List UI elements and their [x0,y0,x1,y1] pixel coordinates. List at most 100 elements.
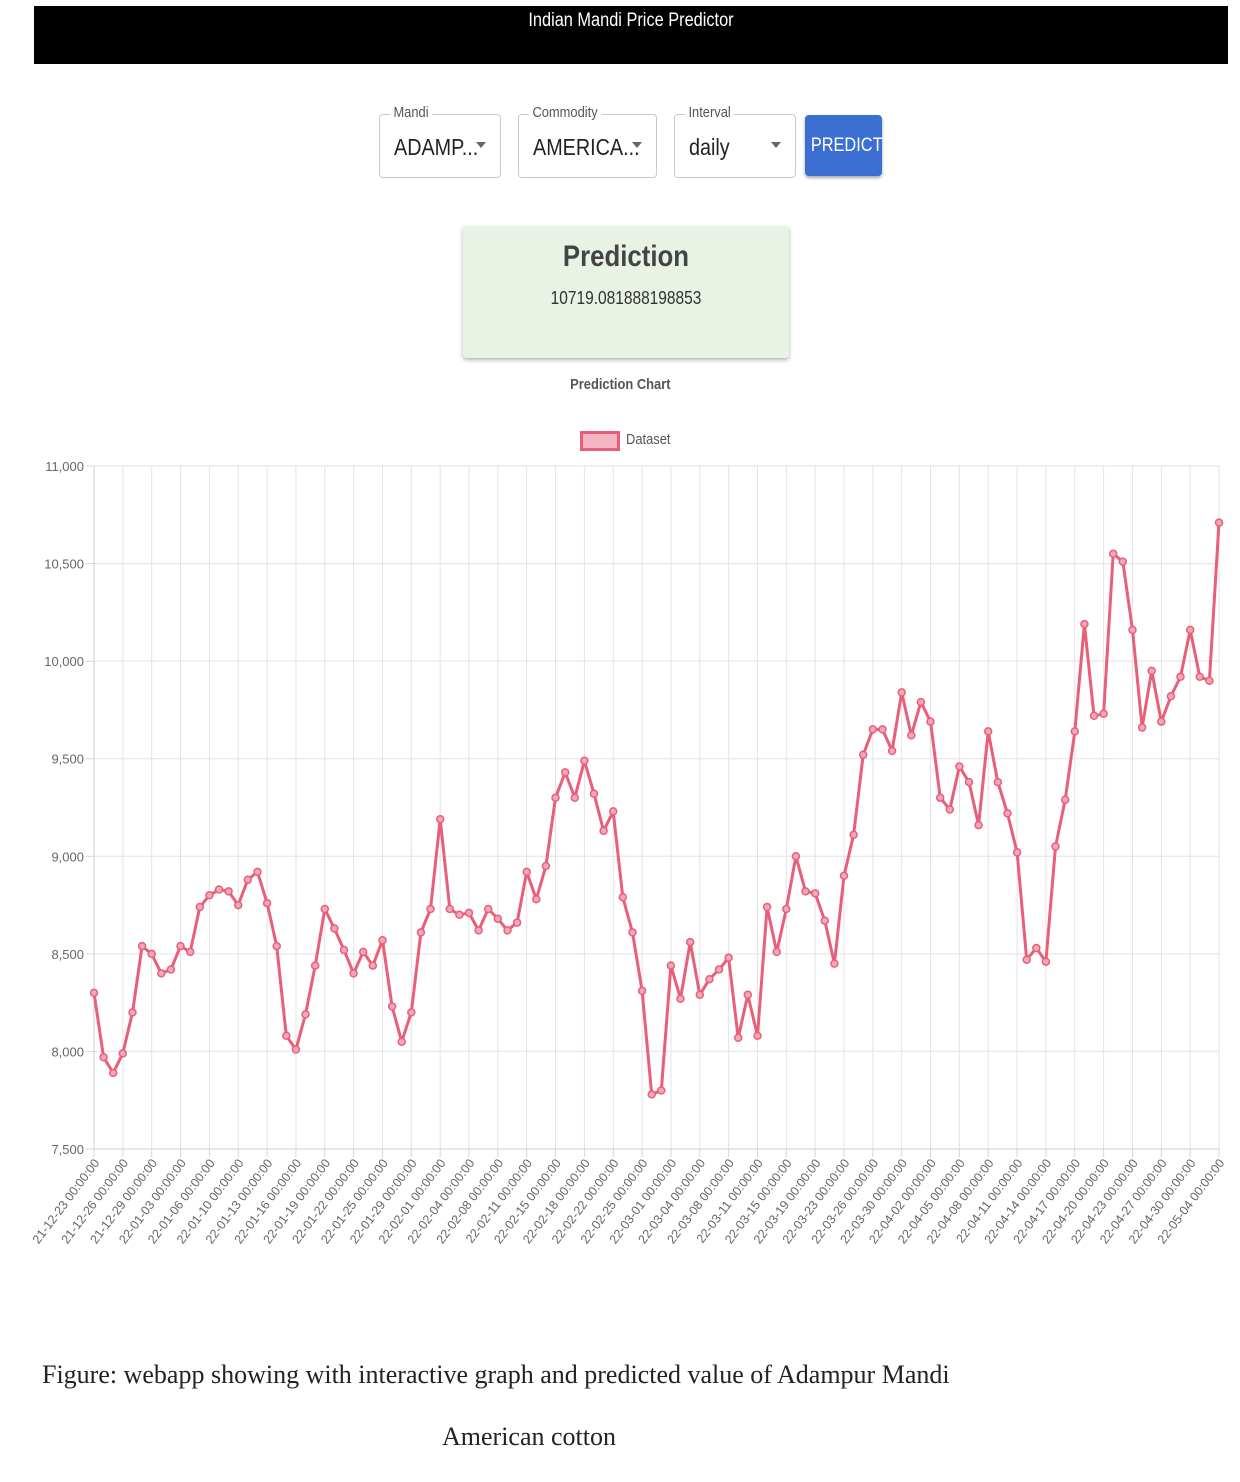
data-point [1032,943,1041,953]
data-point [503,926,512,935]
data-point [512,918,522,927]
data-point [137,941,147,951]
data-point [647,1090,656,1099]
data-point [474,926,483,935]
data-point [320,904,330,914]
data-point [560,768,570,777]
line-chart[interactable]: 7,500 8,000 8,500 9,000 9,500 10,000 10,500 11,… [0,0,1240,1300]
y-tick-label: 8,000 [51,1044,84,1059]
data-point [695,990,705,1000]
data-point [349,969,358,978]
y-tick-label: 9,000 [51,849,84,864]
data-point [426,904,435,914]
data-point [993,777,1003,787]
data-point [541,861,551,871]
data-point [753,1031,762,1041]
data-point [1089,711,1099,721]
data-point [1214,518,1224,527]
data-point [1099,709,1108,719]
data-point [657,1086,666,1095]
data-point [407,1008,416,1017]
data-point [1070,727,1080,736]
data-point [464,908,474,918]
data-point [955,762,964,771]
data-point [1205,676,1214,685]
y-tick-label: 8,500 [51,947,84,962]
data-point [820,916,830,925]
data-point [310,961,320,970]
data-point [1080,619,1089,629]
data-point [253,867,262,877]
data-point [1060,795,1070,804]
data-point [608,807,618,816]
data-point [1185,625,1195,635]
data-point [801,887,810,896]
data-point [435,814,445,824]
data-point [964,777,974,787]
data-point [599,826,608,836]
data-point [849,830,858,840]
data-point [628,928,637,937]
data-point [1012,848,1022,857]
data-point [810,889,820,898]
data-point [858,750,868,760]
data-point [868,725,878,734]
data-point [983,727,993,736]
data-point [772,947,781,957]
data-point [1176,672,1185,682]
data-point [416,928,426,937]
data-point [262,898,272,908]
data-point [945,805,955,814]
data-point [839,871,849,881]
data-point [637,986,647,996]
data-point [782,904,791,914]
data-point [1157,717,1166,726]
data-point [330,924,339,933]
data-point [387,1002,397,1011]
y-tick-label: 7,500 [51,1142,84,1157]
data-point [733,1033,743,1043]
data-point [1147,666,1156,676]
data-point [1137,723,1147,732]
data-point [272,941,281,951]
y-tick-label: 9,500 [51,752,84,767]
data-point [705,974,714,984]
data-point [580,756,589,765]
data-point [224,887,233,896]
data-point [243,875,253,884]
data-point [522,867,531,877]
data-point [1195,672,1205,682]
y-tick-label: 10,500 [44,557,84,572]
data-point [1118,557,1128,566]
data-point [108,1068,118,1078]
data-point [493,914,503,923]
data-point [339,945,349,955]
data-point [1022,955,1031,964]
data-point [1041,957,1051,966]
data-point [887,746,897,756]
data-point [532,894,541,904]
data-point [483,904,493,914]
data-point [714,965,724,974]
data-point [99,1053,108,1062]
data-point [128,1008,137,1017]
data-point [926,717,935,726]
data-point [551,793,560,802]
data-point [214,885,224,894]
data-point [89,988,99,998]
data-point [907,731,916,740]
data-point [743,990,753,1000]
data-point [166,965,176,974]
data-point [205,891,214,900]
data-point [1003,809,1012,818]
data-point [185,947,195,957]
data-point [301,1010,310,1019]
data-point [618,893,628,902]
figure-caption-line2: American cotton [442,1422,616,1451]
data-point [445,904,455,914]
data-point [1108,549,1118,559]
data-point [685,937,695,947]
data-point [176,941,185,951]
data-point [358,947,368,957]
data-point [282,1031,291,1041]
